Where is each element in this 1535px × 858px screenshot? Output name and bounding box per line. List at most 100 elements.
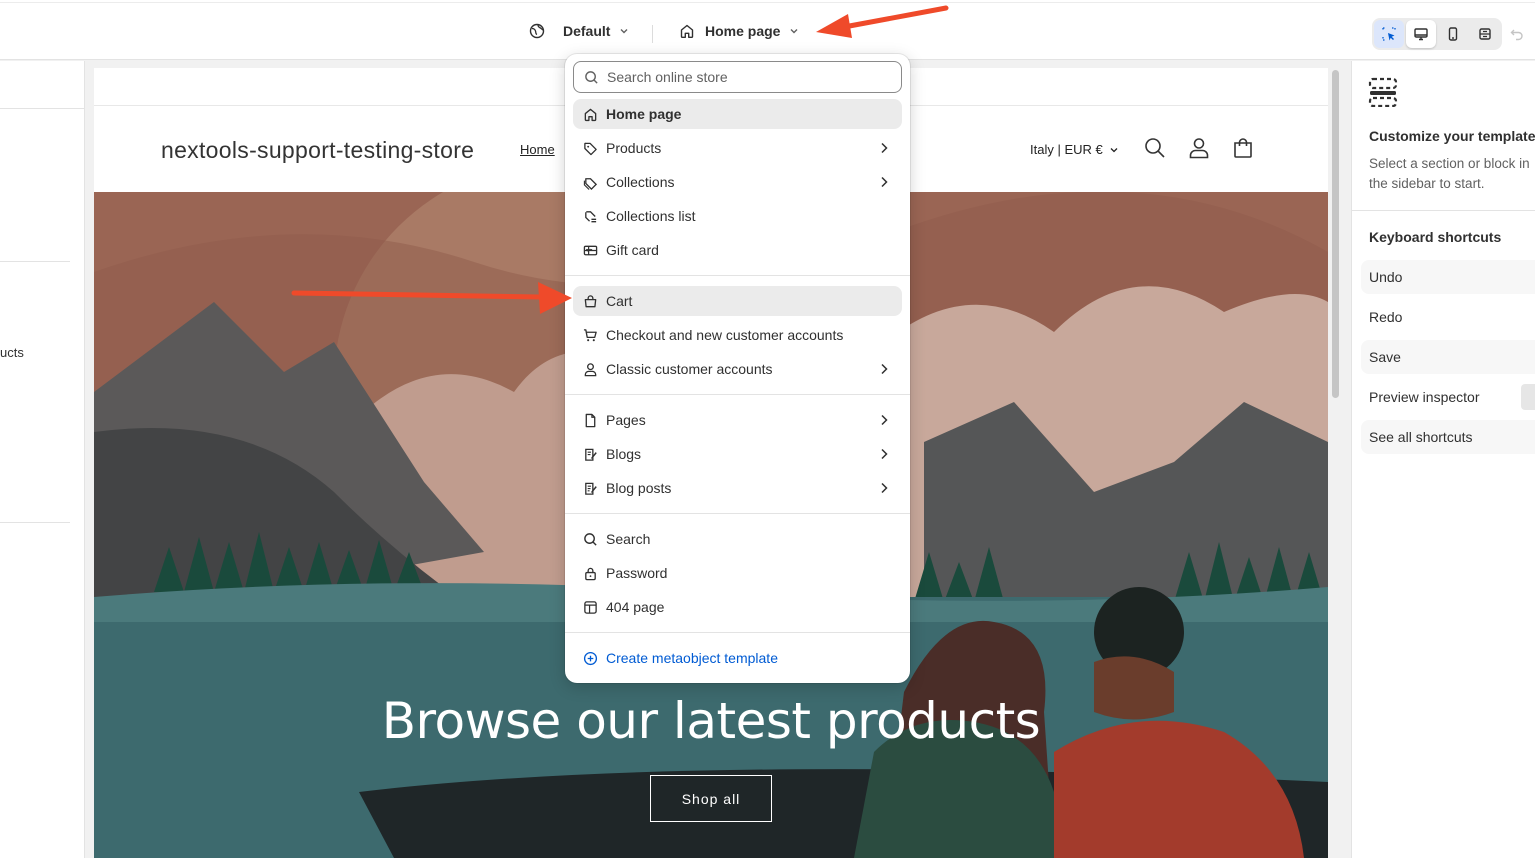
- shortcuts-heading: Keyboard shortcuts: [1369, 229, 1502, 245]
- item-label: Home page: [606, 106, 682, 122]
- chevron-right-icon: [881, 142, 888, 154]
- chevron-down-icon: [790, 29, 798, 34]
- dropdown-item-password[interactable]: Password: [573, 558, 902, 588]
- dropdown-item-404-page[interactable]: 404 page: [573, 592, 902, 622]
- search-field[interactable]: [573, 61, 902, 93]
- dropdown-item-collections[interactable]: Collections: [573, 167, 902, 197]
- globe-icon: [529, 23, 545, 39]
- collection-list-icon: [585, 210, 597, 222]
- shortcut-redo: Redo: [1361, 300, 1535, 334]
- page-selector-label: Home page: [705, 23, 781, 39]
- search-input[interactable]: [607, 69, 887, 85]
- dropdown-item-search[interactable]: Search: [573, 524, 902, 554]
- desktop-view-button[interactable]: [1406, 20, 1436, 48]
- dropdown-item-products[interactable]: Products: [573, 133, 902, 163]
- plus-circle-icon: [583, 651, 598, 665]
- chevron-right-icon: [881, 414, 888, 426]
- section-select-icon: [1368, 77, 1398, 107]
- collection-icon: [583, 177, 598, 190]
- see-all-shortcuts-link[interactable]: See all shortcuts: [1361, 420, 1535, 454]
- chevron-right-icon: [881, 363, 888, 375]
- undo-button[interactable]: [1510, 27, 1524, 46]
- shortcut-label: Preview inspector: [1369, 389, 1480, 405]
- blog-icon: [585, 448, 597, 461]
- home-icon: [680, 24, 694, 38]
- item-label: Search: [606, 531, 651, 547]
- search-icon[interactable]: [1144, 137, 1166, 159]
- chevron-right-icon: [881, 448, 888, 460]
- search-icon: [585, 70, 598, 84]
- inspector-button[interactable]: [1374, 20, 1404, 48]
- search-icon: [584, 532, 597, 546]
- mobile-view-button[interactable]: [1438, 20, 1468, 48]
- hero-title: Browse our latest products: [381, 692, 1041, 750]
- chevron-down-icon: [620, 29, 628, 34]
- item-label: Checkout and new customer accounts: [606, 327, 844, 343]
- fullscreen-view-button[interactable]: [1470, 20, 1500, 48]
- desktop-icon: [1414, 28, 1428, 41]
- theme-selector[interactable]: Default: [529, 17, 630, 45]
- shortcut-label: Save: [1369, 349, 1401, 365]
- chevron-right-icon: [881, 176, 888, 188]
- preview-scrollbar-thumb[interactable]: [1332, 70, 1339, 398]
- shortcut-preview-inspector: Preview inspector: [1361, 380, 1535, 414]
- dropdown-item-blogs[interactable]: Blogs: [573, 439, 902, 469]
- annotation-arrow-middle: [291, 282, 572, 314]
- dropdown-item-classic-customer-accounts[interactable]: Classic customer accounts: [573, 354, 902, 384]
- dropdown-item-gift-card[interactable]: Gift card: [573, 235, 902, 265]
- person-icon: [584, 362, 597, 376]
- mobile-icon: [1448, 27, 1458, 41]
- nav-link-home[interactable]: Home: [520, 142, 555, 157]
- dropdown-item-checkout[interactable]: Checkout and new customer accounts: [573, 320, 902, 350]
- item-label: Password: [606, 565, 668, 581]
- cursor-select-icon: [1382, 27, 1396, 41]
- shortcut-key: [1521, 384, 1535, 410]
- right-sidebar: Customize your template Select a section…: [1351, 61, 1535, 858]
- editor-topbar: Default Home page: [0, 3, 1535, 60]
- shop-all-button[interactable]: Shop all: [650, 775, 772, 822]
- locale-label: Italy | EUR €: [1030, 142, 1103, 157]
- device-toggle-group: [1372, 18, 1502, 50]
- dropdown-item-blog-posts[interactable]: Blog posts: [573, 473, 902, 503]
- left-sidebar: ucts: [0, 61, 85, 858]
- item-label: Blog posts: [606, 480, 672, 496]
- item-label: Products: [606, 140, 662, 156]
- account-icon[interactable]: [1188, 137, 1210, 159]
- item-label: Gift card: [606, 242, 659, 258]
- tag-icon: [584, 142, 597, 155]
- store-logo-text[interactable]: nextools-support-testing-store: [161, 137, 474, 164]
- panel-title: Customize your template: [1369, 128, 1535, 144]
- chevron-right-icon: [881, 482, 888, 494]
- item-label: Classic customer accounts: [606, 361, 773, 377]
- shortcut-save: Save: [1361, 340, 1535, 374]
- item-label: Create metaobject template: [606, 650, 778, 666]
- dropdown-item-home-page[interactable]: Home page: [573, 99, 902, 129]
- fullscreen-icon: [1479, 28, 1491, 40]
- item-label: 404 page: [606, 599, 665, 615]
- item-label: Cart: [606, 293, 633, 309]
- locale-selector[interactable]: Italy | EUR €: [1030, 142, 1119, 157]
- lock-icon: [585, 567, 596, 580]
- shortcut-label: Undo: [1369, 269, 1403, 285]
- home-icon: [584, 108, 597, 121]
- page-icon: [585, 413, 596, 427]
- item-label: Collections list: [606, 208, 696, 224]
- theme-selector-label: Default: [563, 23, 611, 39]
- cart-icon[interactable]: [1232, 137, 1254, 159]
- chevron-down-icon: [1110, 147, 1118, 152]
- undo-icon: [1510, 29, 1523, 41]
- dropdown-item-cart[interactable]: Cart: [573, 286, 902, 316]
- page-selector[interactable]: Home page: [679, 17, 800, 45]
- shortcut-label: Redo: [1369, 309, 1403, 325]
- gift-card-icon: [583, 245, 598, 255]
- create-metaobject-template-link[interactable]: Create metaobject template: [573, 643, 902, 673]
- dropdown-item-pages[interactable]: Pages: [573, 405, 902, 435]
- shortcut-undo: Undo: [1361, 260, 1535, 294]
- dropdown-item-collections-list[interactable]: Collections list: [573, 201, 902, 231]
- page-selector-dropdown: Home page Products Collections Collectio…: [565, 54, 910, 683]
- shortcut-label: See all shortcuts: [1369, 429, 1473, 445]
- sidebar-item-label[interactable]: ucts: [0, 345, 24, 360]
- blog-post-icon: [585, 482, 597, 495]
- error-page-icon: [584, 600, 597, 614]
- annotation-arrow-top: [816, 5, 949, 38]
